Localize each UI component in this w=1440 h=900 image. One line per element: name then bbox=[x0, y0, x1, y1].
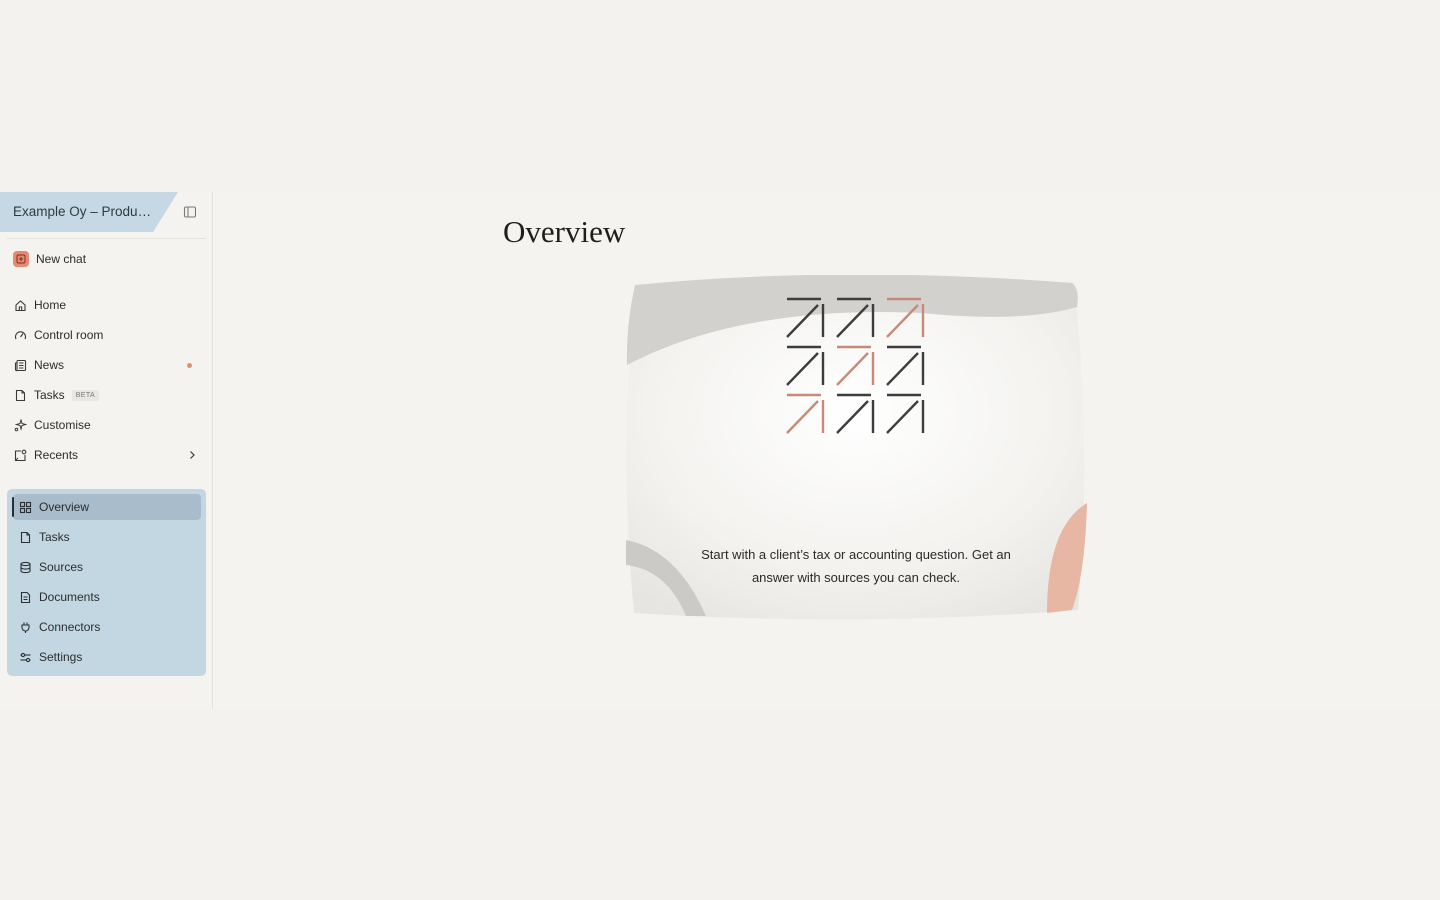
active-indicator bbox=[12, 497, 14, 517]
sidebar-item-label: Recents bbox=[34, 448, 79, 462]
sidebar-item-label: News bbox=[34, 358, 65, 372]
plug-icon bbox=[21, 622, 30, 633]
project-item-tasks[interactable]: Tasks bbox=[13, 524, 201, 550]
project-nav-panel: Overview Tasks Sources Documents Connect… bbox=[7, 489, 206, 676]
project-item-label: Overview bbox=[39, 500, 90, 514]
project-item-label: Sources bbox=[39, 560, 84, 574]
app-window: Example Oy – Production New chat Home Co… bbox=[0, 192, 1440, 709]
hero-description: Start with a client’s tax or accounting … bbox=[701, 547, 1011, 585]
workspace-title[interactable]: Example Oy – Production bbox=[13, 204, 153, 219]
beta-badge: BETA bbox=[71, 389, 100, 401]
home-icon bbox=[15, 299, 26, 311]
sidebar-item-tasks[interactable]: Tasks BETA bbox=[7, 382, 206, 408]
document-icon bbox=[20, 591, 31, 603]
project-item-label: Settings bbox=[39, 650, 83, 664]
sidebar-item-label: Home bbox=[34, 298, 67, 312]
grid-icon bbox=[19, 501, 32, 513]
unread-dot bbox=[187, 363, 192, 368]
project-item-connectors[interactable]: Connectors bbox=[13, 614, 201, 640]
sidebar-item-control-room[interactable]: Control room bbox=[7, 322, 206, 348]
sidebar-item-customise[interactable]: Customise bbox=[7, 412, 206, 438]
gauge-icon bbox=[14, 330, 27, 339]
project-item-sources[interactable]: Sources bbox=[13, 554, 201, 580]
project-item-label: Documents bbox=[39, 590, 100, 604]
project-item-documents[interactable]: Documents bbox=[13, 584, 201, 610]
sidebar-item-label: Tasks bbox=[34, 388, 65, 402]
file-icon bbox=[20, 531, 31, 543]
sliders-icon bbox=[20, 652, 31, 662]
chevron-right-icon[interactable] bbox=[187, 450, 197, 460]
sidebar-item-label: Customise bbox=[34, 418, 91, 432]
sidebar-divider bbox=[7, 238, 206, 239]
file-icon bbox=[15, 389, 26, 401]
recents-icon bbox=[14, 449, 27, 461]
project-item-label: Tasks bbox=[39, 530, 70, 544]
new-chat-icon bbox=[13, 251, 29, 267]
sparkle-icon bbox=[14, 418, 27, 431]
newspaper-icon bbox=[14, 359, 27, 371]
new-chat-button[interactable]: New chat bbox=[7, 246, 206, 272]
project-item-label: Connectors bbox=[39, 620, 101, 634]
database-icon bbox=[20, 561, 31, 573]
sidebar-item-label: Control room bbox=[34, 328, 104, 342]
sidebar-item-recents[interactable]: Recents bbox=[7, 442, 206, 468]
hero-card: Start with a client’s tax or accounting … bbox=[622, 274, 1090, 625]
project-item-settings[interactable]: Settings bbox=[13, 644, 201, 670]
sidebar: Example Oy – Production New chat Home Co… bbox=[0, 192, 213, 709]
new-chat-label: New chat bbox=[36, 252, 87, 266]
sidebar-item-home[interactable]: Home bbox=[7, 292, 206, 318]
sidebar-item-news[interactable]: News bbox=[7, 352, 206, 378]
page-title: Overview bbox=[503, 214, 626, 249]
project-item-overview[interactable]: Overview bbox=[12, 494, 201, 520]
sidebar-toggle-icon[interactable] bbox=[183, 205, 197, 219]
